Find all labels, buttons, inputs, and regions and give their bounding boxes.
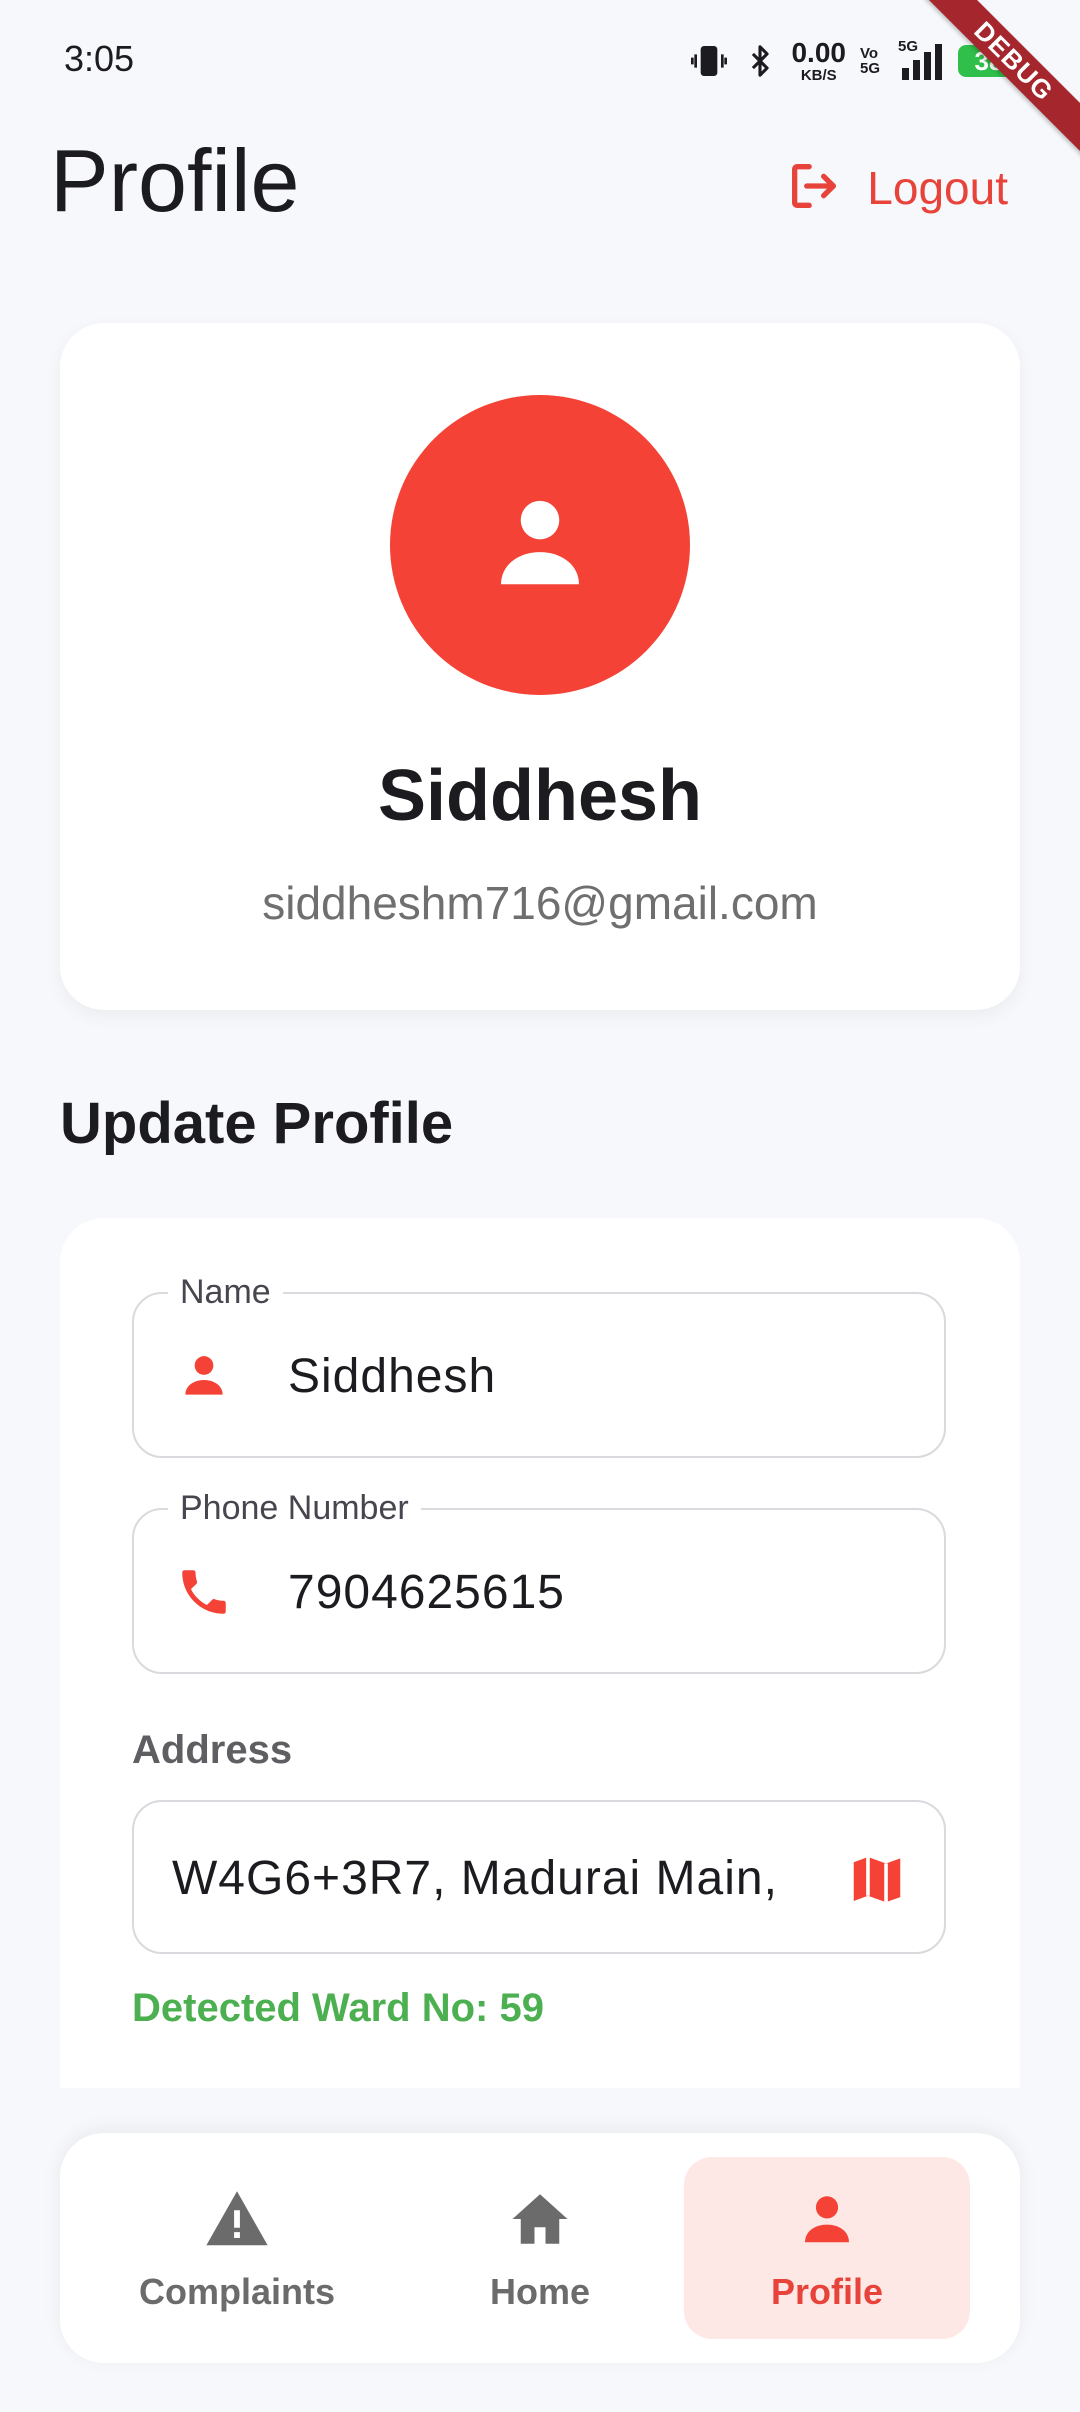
app-bar: Profile Logout [0,120,1080,270]
detected-ward-text: Detected Ward No: 59 [132,1986,544,2030]
phone-field[interactable]: Phone Number [132,1486,946,1674]
logout-label: Logout [867,162,1008,214]
nav-item-complaints[interactable]: Complaints [94,2157,380,2339]
phone-input[interactable] [288,1550,908,1634]
address-input[interactable] [172,1836,782,1920]
profile-name: Siddhesh [377,756,703,836]
logout-button[interactable]: Logout [785,148,1008,228]
nav-label-complaints: Complaints [138,2271,335,2312]
phone-field-label: Phone Number [168,1486,421,1530]
volte-indicator: Vo 5G [859,45,880,77]
map-icon[interactable] [844,1846,910,1912]
profile-screen: 3:05 0.00 KB/S Vo 5G 5G 38 DEBUG [0,0,1080,2412]
name-field-label: Name [168,1270,283,1314]
page-title: Profile [50,131,300,230]
address-label: Address [132,1728,293,1772]
profile-email: siddheshm716@gmail.com [262,877,818,929]
vibrate-icon [689,41,729,81]
status-time: 3:05 [64,38,135,79]
bottom-navigation: Complaints Home Profile [60,2133,1020,2363]
nav-item-home[interactable]: Home [397,2157,683,2339]
avatar [390,395,690,695]
warning-icon [201,2183,273,2255]
nav-label-profile: Profile [770,2271,884,2312]
update-profile-form: Name Phone Number Address Detected Ward … [60,1218,1020,2088]
bluetooth-icon [743,41,777,81]
person-icon [485,488,595,603]
profile-card: Siddhesh siddheshm716@gmail.com [60,323,1020,1010]
status-bar: 3:05 0.00 KB/S Vo 5G 5G 38 DEBUG [0,0,1080,173]
update-profile-title: Update Profile [60,1091,454,1156]
network-speed: 0.00 KB/S [791,37,846,84]
address-field[interactable] [132,1800,946,1954]
status-icons: 0.00 KB/S Vo 5G 5G 38 [689,36,1026,86]
phone-icon [174,1562,234,1622]
logout-icon [785,157,843,220]
nav-label-home: Home [489,2271,591,2312]
home-icon [504,2183,576,2255]
name-input[interactable] [288,1334,908,1418]
signal-icon: 5G [894,38,944,82]
nav-item-profile[interactable]: Profile [684,2157,970,2339]
person-icon [791,2183,863,2255]
name-field[interactable]: Name [132,1270,946,1458]
person-icon [174,1346,234,1406]
